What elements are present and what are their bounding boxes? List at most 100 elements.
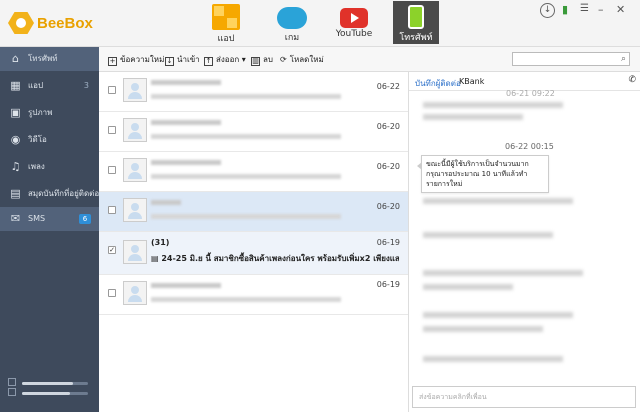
beebox-logo[interactable]: BeeBox	[8, 12, 93, 34]
sms-toolbar: + ข้อความใหม่ ↓ นำเข้า ↑ ส่งออก ▾ ▥ ลบ ⟳ โหลด…	[99, 47, 640, 72]
message-input[interactable]	[417, 387, 631, 407]
row-checkbox[interactable]	[108, 166, 116, 174]
nav-games[interactable]: เกม	[266, 2, 318, 44]
delete-button[interactable]: ▥ ลบ	[251, 53, 273, 66]
phone-icon	[408, 5, 424, 29]
sidebar-item-label: แอป	[28, 81, 44, 90]
blurred-message	[423, 198, 573, 204]
import-icon: ↓	[165, 57, 174, 66]
message-date: 06-20	[376, 122, 400, 131]
sidebar-item-music[interactable]: ♫ เพลง	[0, 155, 99, 179]
row-checkbox[interactable]	[108, 86, 116, 94]
message-date: 06-19	[376, 238, 400, 247]
export-icon: ↑	[204, 57, 213, 66]
search-box[interactable]: ⌕	[512, 52, 630, 66]
message-row-selected[interactable]: ✓ (31) ▤ 24-25 มิ.ย นี้ สมาชิกซื้อสินค้า…	[99, 232, 408, 275]
contact-name: KBank	[459, 77, 485, 86]
sms-icon: ✉	[10, 212, 21, 225]
new-message-button[interactable]: + ข้อความใหม่	[108, 53, 164, 66]
sidebar-item-phone[interactable]: ⌂ โทรศัพท์	[0, 47, 99, 71]
message-row[interactable]: 06-19	[99, 275, 408, 315]
blurred-sender	[151, 160, 221, 165]
apps-count: 3	[83, 81, 89, 90]
storage-bar-internal	[8, 378, 90, 386]
nav-phone[interactable]: โทรศัพท์	[393, 1, 439, 44]
blurred-sender	[151, 120, 221, 125]
message-date: 06-22	[376, 82, 400, 91]
minimize-icon[interactable]: –	[598, 3, 604, 16]
message-row[interactable]: 06-20	[99, 152, 408, 192]
sidebar-item-label: โทรศัพท์	[28, 54, 58, 63]
export-button[interactable]: ↑ ส่งออก ▾	[204, 53, 246, 66]
contact-avatar-icon	[123, 198, 147, 222]
message-row[interactable]: 06-20	[99, 112, 408, 152]
blurred-preview	[151, 214, 341, 219]
contact-avatar-icon	[123, 158, 147, 182]
blurred-message	[423, 270, 583, 276]
device-icon[interactable]: ▮	[562, 3, 568, 16]
compose-box[interactable]	[412, 386, 636, 408]
phone-call-icon[interactable]: ✆	[628, 75, 636, 85]
message-row[interactable]: 06-20	[99, 192, 408, 232]
contacts-icon: ▤	[10, 187, 21, 200]
sidebar-item-apps[interactable]: ▦ แอป 3	[0, 74, 99, 98]
blurred-preview	[151, 134, 341, 139]
blurred-preview	[151, 94, 341, 99]
blurred-preview	[151, 297, 341, 302]
add-contact-link[interactable]: บันทึกผู้ติดต่อ	[415, 77, 461, 90]
search-input[interactable]	[516, 53, 620, 66]
blurred-sender	[151, 200, 181, 205]
sidebar-item-photos[interactable]: ▣ รูปภาพ	[0, 101, 99, 125]
row-checkbox-checked[interactable]: ✓	[108, 246, 116, 254]
gamepad-icon	[277, 7, 307, 29]
sidebar-item-contacts[interactable]: ▤ สมุดบันทึกที่อยู่ติดต่อ	[0, 182, 99, 206]
trash-icon: ▥	[251, 57, 260, 66]
row-checkbox[interactable]	[108, 289, 116, 297]
refresh-button[interactable]: ⟳ โหลดใหม่	[280, 53, 324, 66]
sms-count-badge: 6	[79, 214, 91, 224]
message-title: (31)	[151, 238, 170, 247]
contact-avatar-icon	[123, 78, 147, 102]
blurred-sender	[151, 80, 221, 85]
conversation-panel: บันทึกผู้ติดต่อ KBank ✆ 06-21 09:22 06-2…	[409, 72, 640, 412]
message-date: 06-20	[376, 162, 400, 171]
nav-apps[interactable]: แอป	[200, 2, 252, 44]
brand-bee: Bee	[37, 14, 65, 32]
contact-avatar-icon	[123, 281, 147, 305]
close-icon[interactable]: ✕	[616, 3, 625, 16]
import-button[interactable]: ↓ นำเข้า	[165, 53, 200, 66]
blurred-sender	[151, 283, 221, 288]
chevron-down-icon: ▾	[241, 55, 246, 64]
search-icon[interactable]: ⌕	[621, 54, 626, 64]
youtube-icon	[340, 8, 368, 28]
nav-youtube[interactable]: YouTube	[328, 2, 380, 44]
sidebar-item-label: รูปภาพ	[28, 108, 53, 117]
blurred-message	[423, 284, 513, 290]
blurred-message	[423, 312, 573, 318]
row-checkbox[interactable]	[108, 206, 116, 214]
blurred-message	[423, 326, 543, 332]
refresh-icon: ⟳	[280, 55, 287, 64]
row-checkbox[interactable]	[108, 126, 116, 134]
sidebar-item-label: สมุดบันทึกที่อยู่ติดต่อ	[28, 189, 100, 198]
nav-phone-label: โทรศัพท์	[399, 33, 433, 43]
brand-box: Box	[64, 14, 93, 32]
message-row[interactable]: 06-22	[99, 72, 408, 112]
message-date: 06-20	[376, 202, 400, 211]
message-preview: ▤ 24-25 มิ.ย นี้ สมาชิกซื้อสินค้าเพลงก่อ…	[151, 254, 399, 263]
contact-avatar-icon	[123, 240, 147, 264]
sd-card-icon	[8, 388, 16, 396]
sidebar-item-label: เพลง	[28, 162, 45, 171]
menu-icon[interactable]: ☰	[580, 3, 589, 14]
blurred-message	[423, 114, 523, 120]
download-icon[interactable]: ↓	[540, 3, 555, 18]
blurred-message	[423, 356, 563, 362]
storage-icon	[8, 378, 16, 386]
blurred-message	[423, 232, 553, 238]
sidebar-item-sms[interactable]: ✉ SMS 6	[0, 207, 99, 231]
message-time-faded: 06-21 09:22	[506, 89, 555, 98]
sidebar-item-video[interactable]: ◉ วิดีโอ	[0, 128, 99, 152]
sidebar-item-label: SMS	[28, 214, 46, 223]
message-date: 06-19	[376, 280, 400, 289]
message-list: 06-22 06-20 06-20 06-20 ✓ (31) ▤ 24-25 ม…	[99, 72, 409, 412]
